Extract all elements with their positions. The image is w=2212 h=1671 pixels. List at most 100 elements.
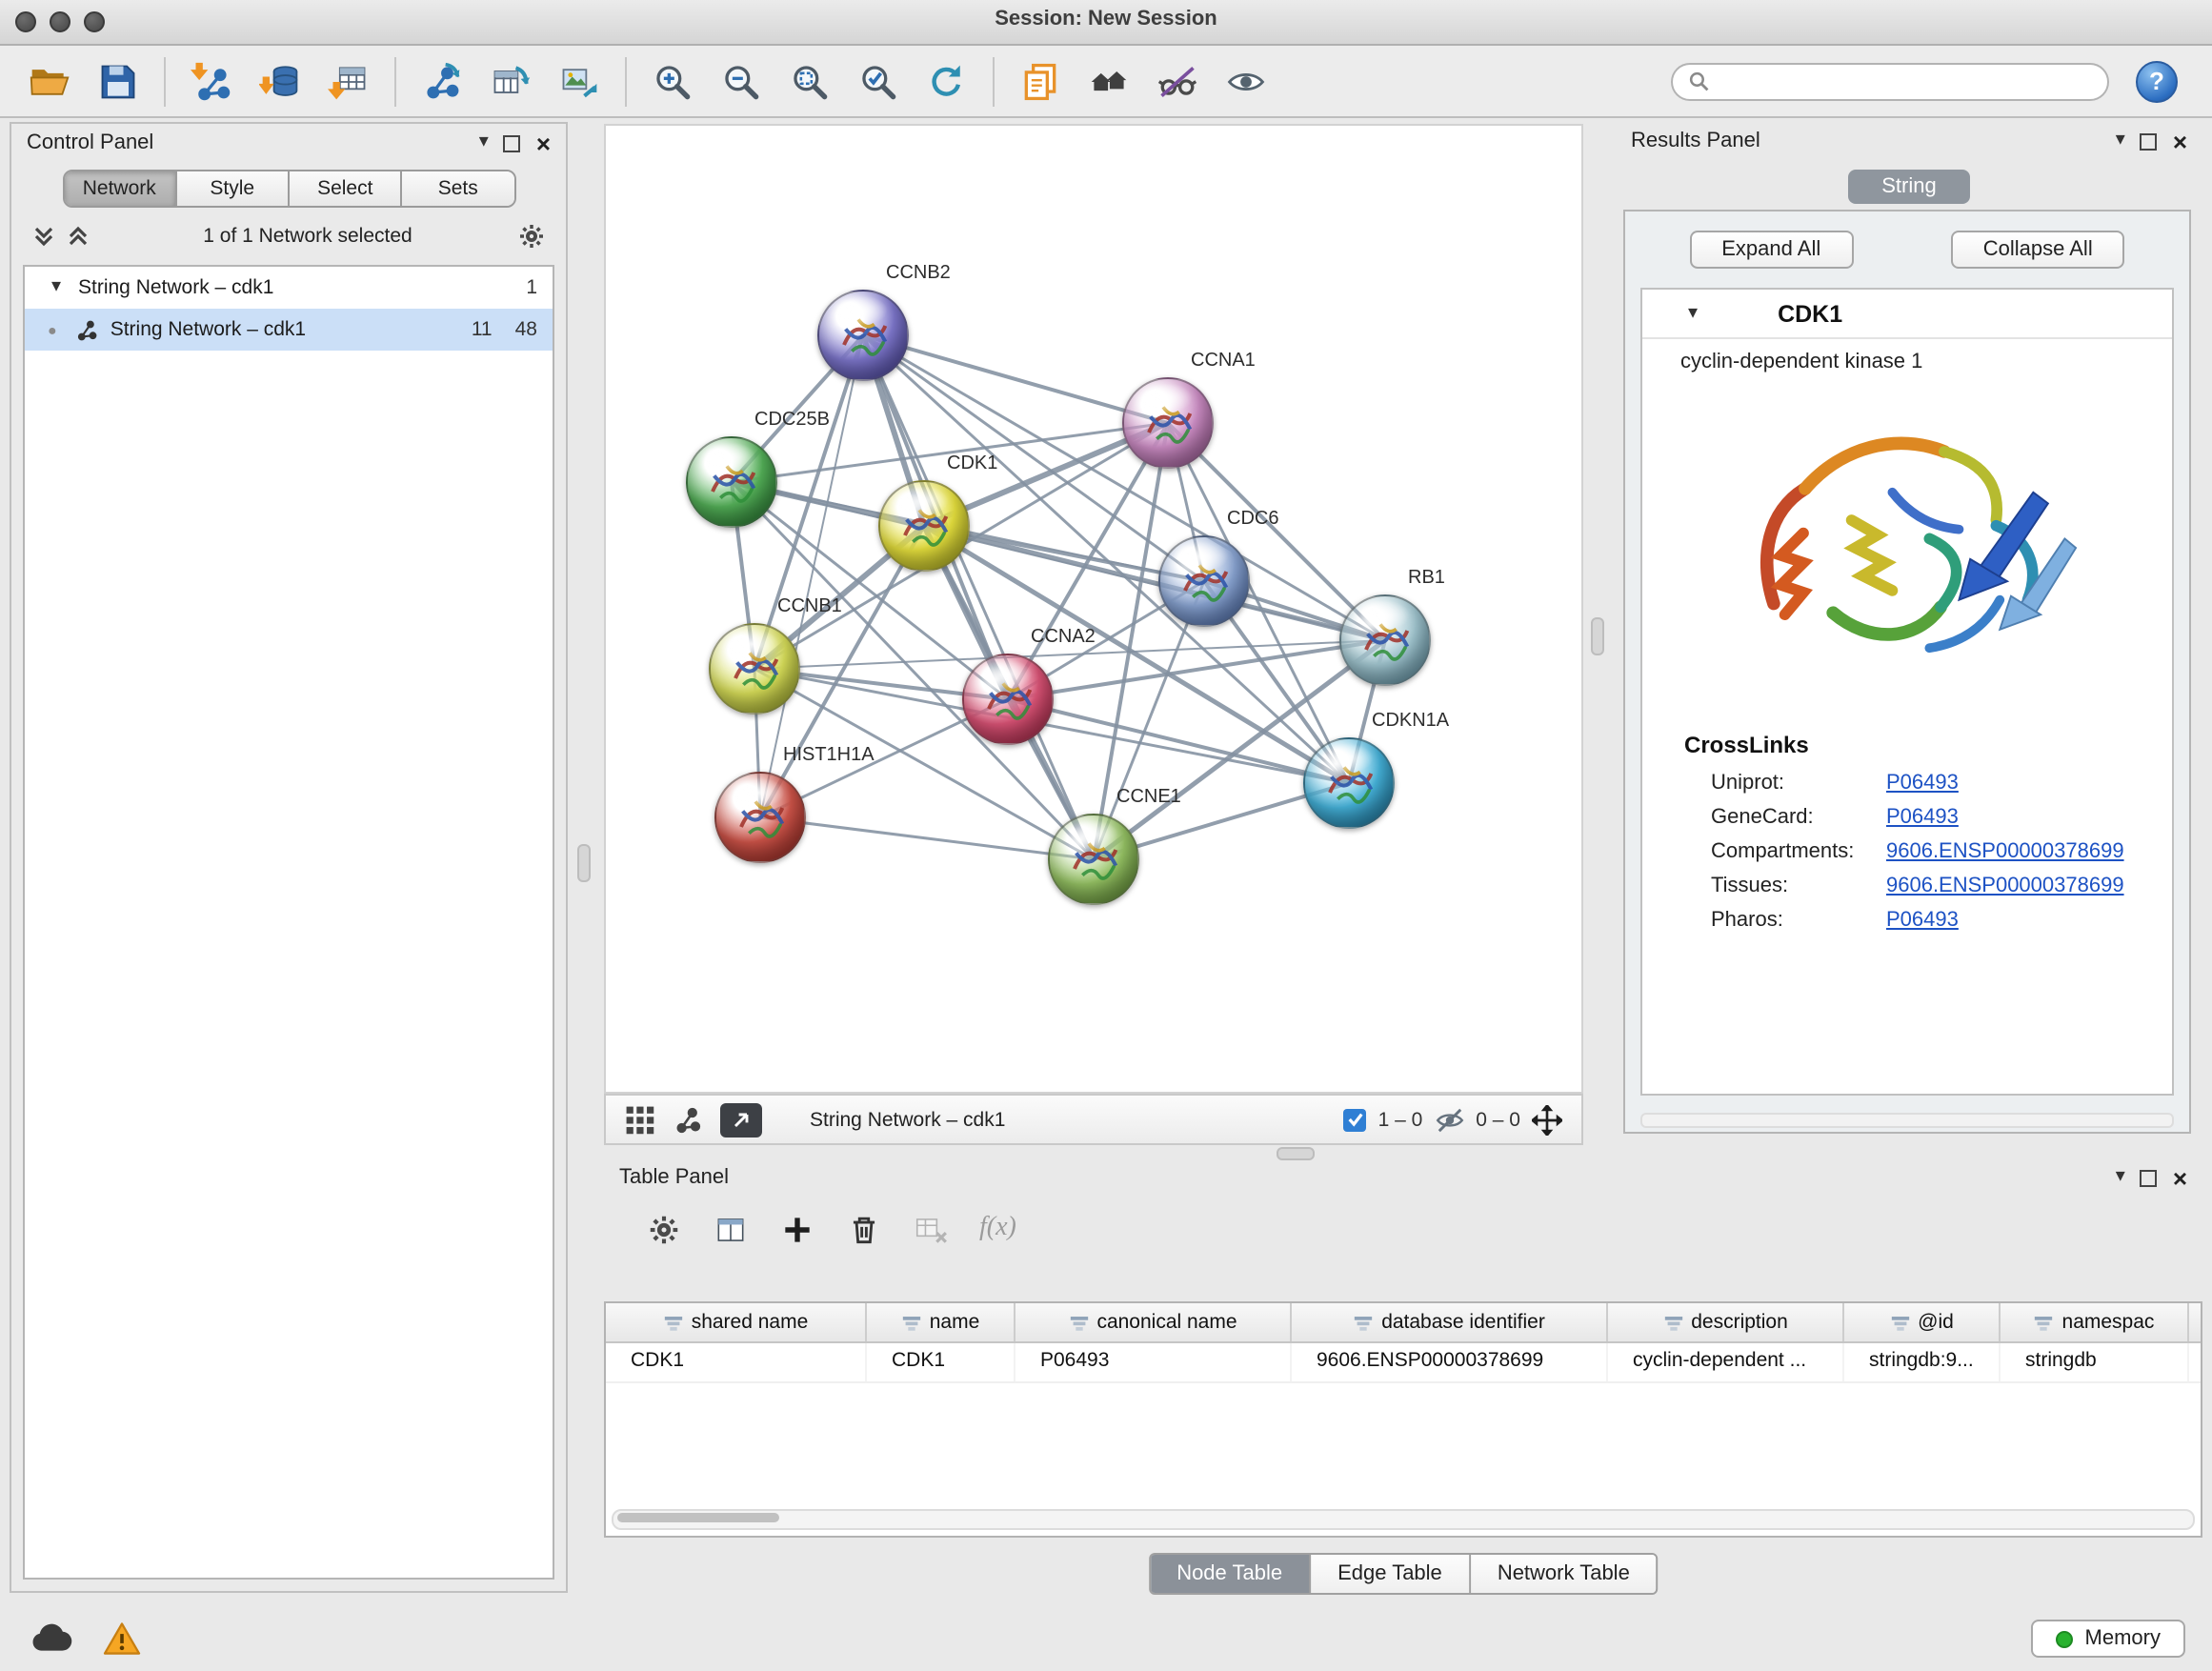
tree-caret-icon[interactable]: ▾ [51,278,78,297]
network-overview-button[interactable] [673,1104,703,1135]
table-data-row[interactable]: CDK1CDK1P064939606.ENSP00000378699cyclin… [606,1343,2201,1383]
panel-menu-caret-icon[interactable]: ▾ [2116,131,2125,151]
network-node-CDK1[interactable] [878,480,970,572]
scrollbar-thumb[interactable] [617,1513,779,1522]
zoom-selected-button[interactable] [850,52,907,110]
tab-style[interactable]: Style [177,171,291,206]
table-cell[interactable]: stringdb:9... [1844,1343,2001,1381]
refresh-button[interactable] [918,52,975,110]
search-field[interactable] [1671,62,2109,100]
close-panel-icon[interactable]: × [2173,129,2187,153]
network-node-CCNE1[interactable] [1048,814,1139,905]
network-node-CCNB2[interactable] [817,290,909,381]
network-node-CCNA2[interactable] [962,654,1054,745]
table-column-header[interactable]: @id [1844,1303,2001,1341]
network-edge-CCNB2-CCNE1[interactable] [863,335,1094,859]
table-options-button[interactable] [646,1211,682,1247]
left-splitter-handle[interactable] [577,844,591,882]
close-panel-icon[interactable]: × [536,131,551,155]
crosslink-tissues[interactable]: 9606.ENSP00000378699 [1886,875,2124,897]
annotation-button[interactable] [1012,52,1069,110]
collapse-all-button[interactable]: Collapse All [1951,231,2125,269]
show-columns-button[interactable] [713,1211,749,1247]
import-network-database-button[interactable] [251,52,309,110]
memory-button[interactable]: Memory [2032,1620,2185,1658]
zoom-out-button[interactable] [713,52,770,110]
table-column-header[interactable]: shared name [606,1303,867,1341]
table-column-header[interactable]: database identifier [1292,1303,1608,1341]
export-image-button[interactable] [551,52,608,110]
gene-section-header[interactable]: ▾ CDK1 [1642,290,2172,339]
section-caret-icon[interactable]: ▾ [1688,305,1698,324]
expand-all-button[interactable]: Expand All [1689,231,1853,269]
right-splitter-handle[interactable] [1591,617,1604,655]
view-grid-button[interactable] [625,1104,655,1135]
crosslink-compartments[interactable]: 9606.ENSP00000378699 [1886,840,2124,863]
tab-network-table[interactable]: Network Table [1471,1555,1657,1593]
float-panel-icon[interactable] [2141,132,2158,150]
results-scrollbar[interactable] [1640,1113,2174,1128]
hidden-eye-icon[interactable] [1434,1104,1464,1135]
table-column-header[interactable]: namespac [2001,1303,2189,1341]
panel-menu-caret-icon[interactable]: ▾ [479,133,489,152]
zoom-in-button[interactable] [644,52,701,110]
crosslink-genecard[interactable]: P06493 [1886,806,1959,829]
table-column-header[interactable]: canonical name [1016,1303,1292,1341]
warnings-button[interactable] [103,1621,141,1656]
tab-node-table[interactable]: Node Table [1150,1555,1311,1593]
table-cell[interactable]: CDK1 [606,1343,867,1381]
float-panel-icon[interactable] [504,134,521,151]
close-panel-icon[interactable]: × [2173,1165,2187,1190]
panel-menu-caret-icon[interactable]: ▾ [2116,1168,2125,1187]
new-network-button[interactable] [413,52,471,110]
table-cell[interactable]: 9606.ENSP00000378699 [1292,1343,1608,1381]
delete-table-button[interactable] [913,1211,949,1247]
table-cell[interactable]: P06493 [1016,1343,1292,1381]
tab-edge-table[interactable]: Edge Table [1311,1555,1471,1593]
import-network-file-button[interactable] [183,52,240,110]
search-input[interactable] [1719,69,2092,93]
table-cell[interactable]: cyclin-dependent ... [1608,1343,1844,1381]
network-node-CDKN1A[interactable] [1303,737,1395,829]
hide-selected-button[interactable] [1149,52,1206,110]
crosslink-uniprot[interactable]: P06493 [1886,772,1959,795]
collapse-all-chevrons-icon[interactable] [65,223,91,250]
network-node-CDC25B[interactable] [686,436,777,528]
table-cell[interactable]: stringdb [2001,1343,2189,1381]
network-list-options-button[interactable] [516,221,547,252]
expand-all-chevrons-icon[interactable] [30,223,57,250]
add-column-button[interactable] [779,1211,815,1247]
open-session-button[interactable] [21,52,78,110]
table-column-header[interactable]: name [867,1303,1016,1341]
delete-column-button[interactable] [846,1211,882,1247]
home-button[interactable] [1080,52,1137,110]
network-node-HIST1H1A[interactable] [714,772,806,863]
network-node-CDC6[interactable] [1158,535,1250,627]
selected-checkbox-icon[interactable] [1344,1108,1367,1131]
network-canvas[interactable]: CCNB2CCNA1CDC25BCDK1CDC6RB1CCNB1CCNA2CDK… [604,124,1583,1094]
tab-string[interactable]: String [1848,170,1970,204]
network-node-RB1[interactable] [1339,594,1431,686]
network-collection-row[interactable]: ▾ String Network – cdk1 1 [25,267,553,309]
table-column-header[interactable]: description [1608,1303,1844,1341]
network-row[interactable]: ● String Network – cdk1 11 48 [25,309,553,351]
network-node-CCNA1[interactable] [1122,377,1214,469]
network-edge-HIST1H1A-CCNE1[interactable] [760,817,1094,859]
open-in-new-window-button[interactable] [720,1102,762,1137]
network-node-CCNB1[interactable] [709,623,800,715]
bottom-splitter-handle[interactable] [1277,1147,1315,1160]
float-panel-icon[interactable] [2141,1169,2158,1186]
function-builder-button[interactable]: f(x) [979,1214,1016,1244]
crosslink-pharos[interactable]: P06493 [1886,909,1959,932]
help-button[interactable]: ? [2136,60,2178,102]
tab-sets[interactable]: Sets [403,171,514,206]
show-all-button[interactable] [1217,52,1275,110]
table-horizontal-scrollbar[interactable] [612,1509,2195,1530]
tab-network[interactable]: Network [64,171,177,206]
network-from-table-button[interactable] [482,52,539,110]
import-table-button[interactable] [320,52,377,110]
tab-select[interactable]: Select [290,171,403,206]
cloud-status-button[interactable] [27,1621,76,1656]
fit-selected-button[interactable] [1532,1104,1562,1135]
zoom-fit-button[interactable] [781,52,838,110]
